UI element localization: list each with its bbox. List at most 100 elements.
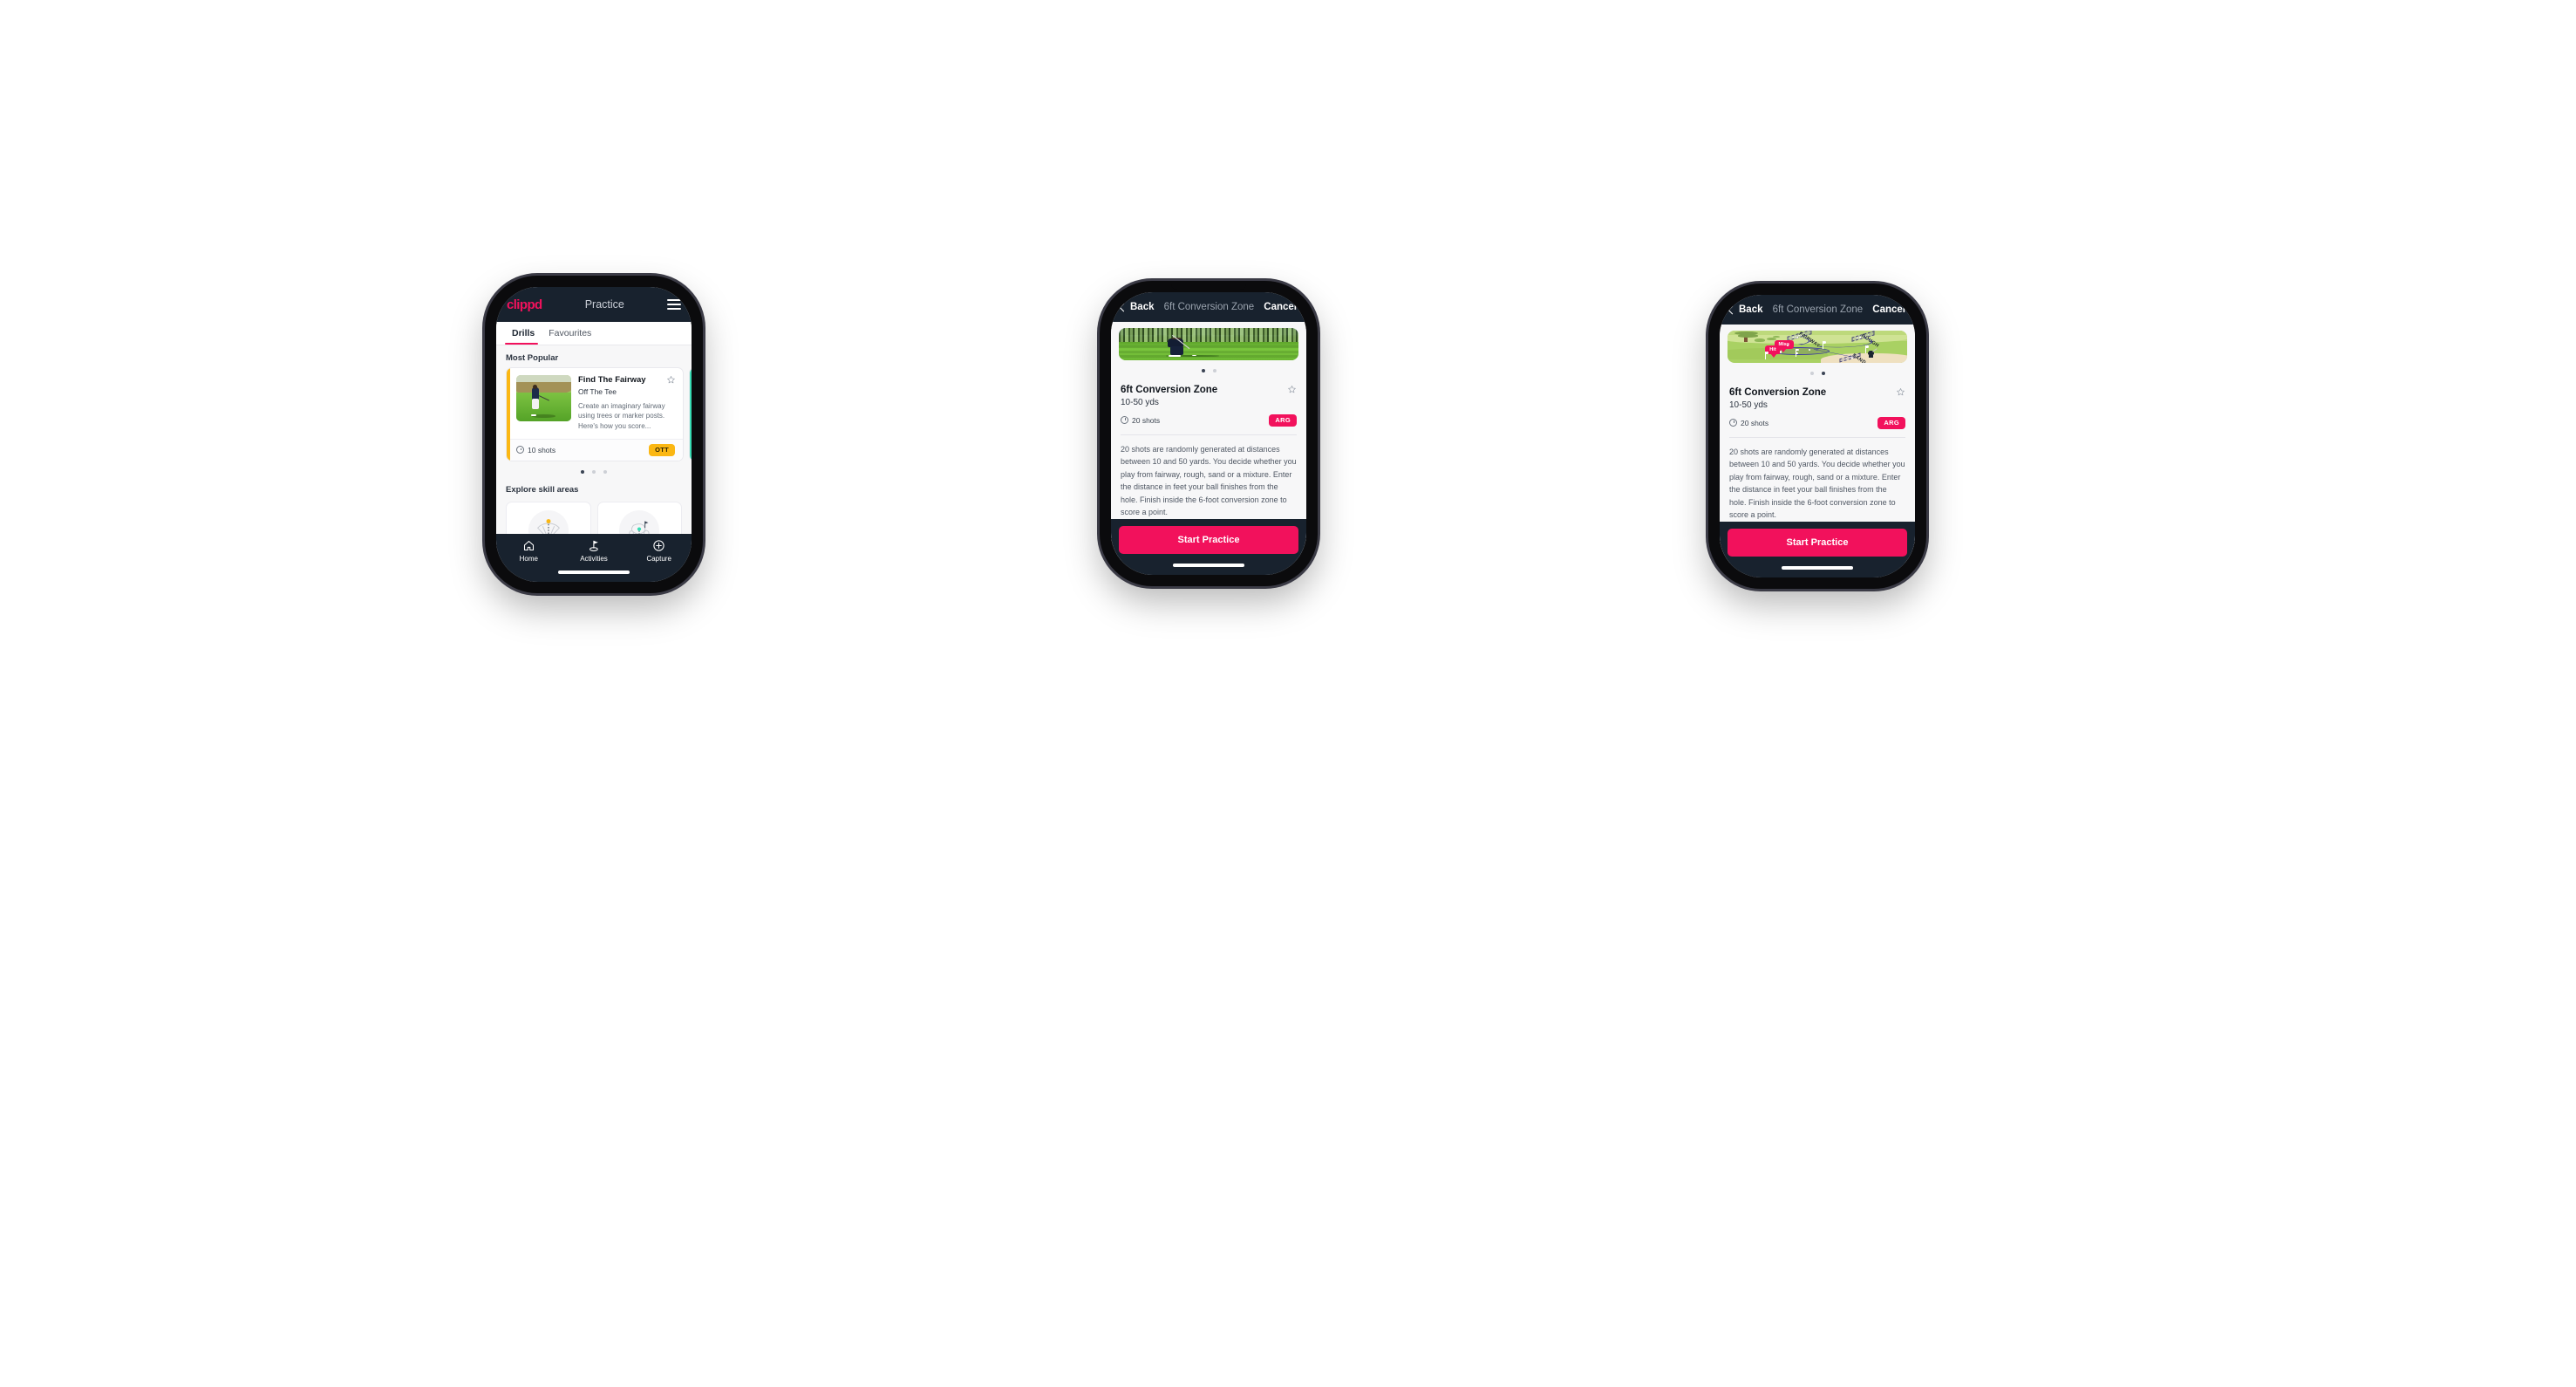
navbar-title: 6ft Conversion Zone bbox=[1772, 304, 1864, 315]
drill-card[interactable]: Find The Fairway Off The Tee Create an i… bbox=[506, 367, 684, 461]
tabbar-item-home[interactable]: Home bbox=[496, 539, 562, 563]
phone2-detail-body: 6ft Conversion Zone 10-50 yds 20 shots A… bbox=[1111, 322, 1306, 561]
home-indicator bbox=[496, 568, 692, 582]
chevron-left-icon bbox=[1728, 305, 1737, 314]
detail-navbar: Back 6ft Conversion Zone Cancel bbox=[1720, 295, 1915, 325]
back-button[interactable]: Back bbox=[1119, 302, 1155, 312]
start-practice-button[interactable]: Start Practice bbox=[1728, 529, 1907, 557]
cancel-button[interactable]: Cancel bbox=[1264, 302, 1297, 312]
drill-shots: 10 shots bbox=[516, 446, 555, 454]
drill-media-photo[interactable] bbox=[1119, 328, 1298, 360]
carousel-dot-3[interactable] bbox=[603, 469, 607, 474]
tab-favourites[interactable]: Favourites bbox=[542, 322, 598, 345]
page-title: Practice bbox=[584, 298, 624, 311]
golf-flag-icon bbox=[589, 540, 598, 551]
back-label: Back bbox=[1739, 304, 1763, 315]
tab-strip: Drills Favourites bbox=[496, 322, 692, 345]
media-carousel-dots bbox=[1111, 360, 1306, 376]
drill-shots-label: 10 shots bbox=[528, 445, 556, 454]
cta-container: Start Practice bbox=[1720, 522, 1915, 564]
skill-card-approach[interactable]: Approach Dial-in to hit the green bbox=[596, 501, 682, 534]
phone-mockup-drill-detail-photo: Back 6ft Conversion Zone Cancel 6ft Conv… bbox=[1100, 281, 1318, 586]
star-outline-icon[interactable] bbox=[1896, 387, 1905, 397]
drill-carousel[interactable]: Find The Fairway Off The Tee Create an i… bbox=[496, 367, 692, 461]
section-explore-title: Explore skill areas bbox=[506, 484, 579, 495]
tabbar-label: Home bbox=[519, 555, 538, 563]
drill-accent-bar bbox=[507, 368, 510, 461]
drill-detail-range: 10-50 yds bbox=[1729, 400, 1768, 410]
screenshot-canvas: clippd Practice Drills Favourites Most P… bbox=[0, 0, 2576, 1387]
drill-detail-shots: 20 shots bbox=[1121, 416, 1160, 425]
tabbar-label: Capture bbox=[646, 555, 671, 563]
phone-mockup-practice-list: clippd Practice Drills Favourites Most P… bbox=[485, 276, 703, 593]
media-dot-2[interactable] bbox=[1821, 371, 1825, 375]
drill-accent-bar-next bbox=[690, 368, 692, 461]
approach-green-icon bbox=[619, 509, 660, 534]
star-outline-icon[interactable] bbox=[666, 375, 676, 385]
skill-card-off-the-tee[interactable]: Off The Tee Power and accuracy bbox=[506, 501, 591, 534]
media-dot-1[interactable] bbox=[1809, 371, 1814, 375]
tabbar-label: Activities bbox=[580, 555, 608, 563]
star-outline-icon[interactable] bbox=[1287, 385, 1297, 394]
tabbar-item-activities[interactable]: Activities bbox=[562, 539, 627, 563]
phone-notch bbox=[556, 278, 631, 284]
home-indicator bbox=[1720, 564, 1915, 577]
home-icon bbox=[523, 540, 534, 551]
drill-title: Find The Fairway bbox=[578, 375, 646, 385]
media-dot-2[interactable] bbox=[1212, 368, 1216, 372]
phone3-screen: Back 6ft Conversion Zone Cancel FAIRWAY … bbox=[1720, 295, 1915, 577]
drill-description: Create an imaginary fairway using trees … bbox=[578, 401, 665, 431]
skill-badge-arg: ARG bbox=[1269, 413, 1297, 427]
carousel-dot-2[interactable] bbox=[592, 469, 596, 474]
drill-detail-card: 6ft Conversion Zone 10-50 yds 20 shots A… bbox=[1111, 375, 1306, 519]
drill-detail-range: 10-50 yds bbox=[1121, 397, 1159, 407]
skill-area-grid: Off The Tee Power and accuracy bbox=[496, 499, 692, 534]
home-indicator bbox=[1111, 561, 1306, 575]
back-button[interactable]: Back bbox=[1728, 304, 1763, 315]
section-most-popular-title: Most Popular bbox=[506, 353, 559, 363]
carousel-dot-1[interactable] bbox=[581, 469, 584, 474]
start-practice-button[interactable]: Start Practice bbox=[1119, 526, 1298, 554]
phone-notch bbox=[1171, 284, 1246, 290]
back-label: Back bbox=[1130, 302, 1155, 312]
chevron-left-icon bbox=[1119, 303, 1128, 311]
shots-clock-icon bbox=[1121, 416, 1128, 425]
drill-detail-description: 20 shots are randomly generated at dista… bbox=[1729, 447, 1905, 520]
clippd-logo[interactable]: clippd bbox=[507, 297, 542, 312]
app-header: clippd Practice bbox=[496, 287, 692, 322]
hamburger-menu-icon[interactable] bbox=[667, 299, 681, 310]
cancel-button[interactable]: Cancel bbox=[1872, 304, 1905, 315]
drill-detail-shots-label: 20 shots bbox=[1741, 418, 1769, 427]
tab-drills[interactable]: Drills bbox=[505, 322, 542, 345]
drill-media-illustration[interactable]: FAIRWAY ROUGH SAND Miss Hit bbox=[1728, 331, 1907, 363]
phone-notch bbox=[1780, 286, 1855, 292]
shots-clock-icon bbox=[516, 446, 524, 454]
navbar-title: 6ft Conversion Zone bbox=[1163, 302, 1255, 312]
media-dot-1[interactable] bbox=[1201, 368, 1205, 372]
detail-navbar: Back 6ft Conversion Zone Cancel bbox=[1111, 292, 1306, 322]
media-carousel-dots bbox=[1720, 363, 1915, 379]
tabbar-item-capture[interactable]: Capture bbox=[626, 539, 692, 563]
bottom-tab-bar: Home Activities Capture bbox=[496, 534, 692, 568]
skill-badge-ott: OTT bbox=[649, 443, 675, 456]
drill-detail-title: 6ft Conversion Zone bbox=[1121, 384, 1218, 395]
tee-fan-icon bbox=[528, 509, 569, 534]
carousel-dots bbox=[496, 461, 692, 477]
phone1-scroll-body[interactable]: Most Popular Find The Fairway Off The Te… bbox=[496, 345, 692, 534]
drill-subtitle: Off The Tee bbox=[578, 386, 617, 396]
drill-detail-shots-label: 20 shots bbox=[1132, 415, 1161, 425]
drill-card-next-peek[interactable] bbox=[689, 367, 692, 461]
drill-detail-title: 6ft Conversion Zone bbox=[1729, 386, 1827, 398]
golfer-figure bbox=[1866, 348, 1877, 359]
drill-detail-shots: 20 shots bbox=[1729, 419, 1768, 427]
cta-container: Start Practice bbox=[1111, 519, 1306, 561]
plus-circle-icon bbox=[653, 540, 664, 551]
drill-thumbnail bbox=[516, 375, 571, 421]
drill-detail-description: 20 shots are randomly generated at dista… bbox=[1121, 444, 1297, 517]
drill-detail-card: 6ft Conversion Zone 10-50 yds 20 shots A… bbox=[1720, 378, 1915, 522]
phone1-screen: clippd Practice Drills Favourites Most P… bbox=[496, 287, 692, 582]
phone-mockup-drill-detail-illustration: Back 6ft Conversion Zone Cancel FAIRWAY … bbox=[1708, 284, 1926, 589]
shots-clock-icon bbox=[1729, 419, 1737, 427]
skill-badge-arg: ARG bbox=[1877, 416, 1905, 429]
phone3-detail-body: FAIRWAY ROUGH SAND Miss Hit 6ft Conversi… bbox=[1720, 325, 1915, 564]
